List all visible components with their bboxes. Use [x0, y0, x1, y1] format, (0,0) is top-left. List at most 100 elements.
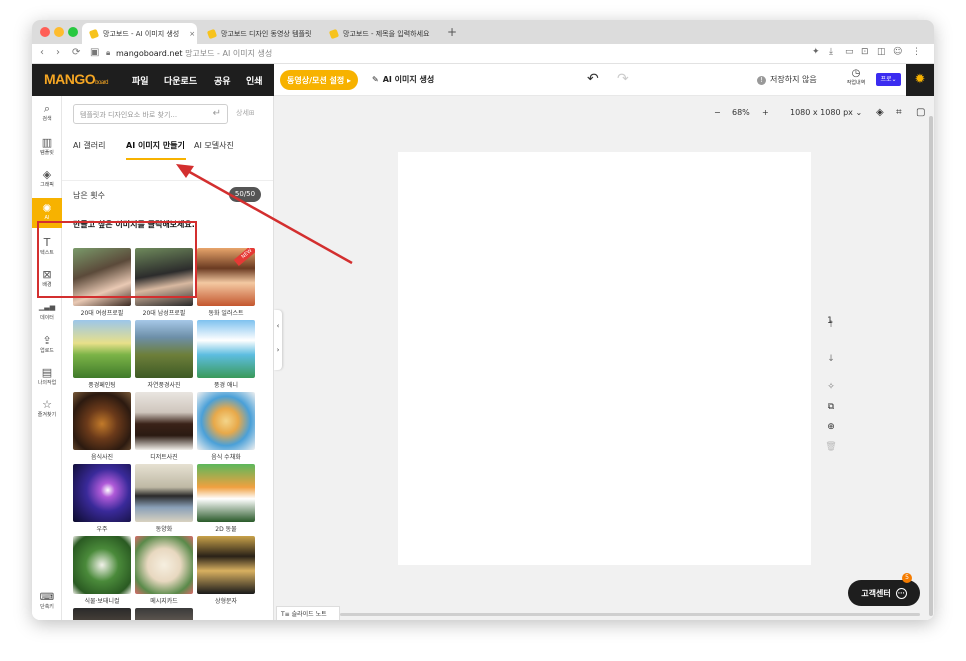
active-tab-underline — [126, 158, 186, 160]
page-view-icon[interactable]: ▢ — [916, 107, 925, 118]
menu-icon[interactable]: ⋮ — [912, 47, 921, 57]
thumb-landscape-anime[interactable] — [197, 320, 255, 378]
chevron-left-icon[interactable]: ‹ — [274, 322, 282, 330]
thumb-dessert-photo[interactable] — [135, 392, 193, 450]
download-icon[interactable]: ⤓ — [829, 47, 833, 57]
list-item-label: 메시지카드 — [150, 598, 178, 605]
browser-tab-3[interactable]: 망고보드 - 제목을 입력하세요 — [322, 23, 442, 44]
thumb-botanical[interactable] — [73, 536, 131, 594]
chevron-right-icon[interactable]: › — [274, 346, 282, 354]
tab-ai-gallery[interactable]: AI 갤러리 — [73, 140, 105, 151]
undo-icon[interactable]: ↶ — [587, 71, 599, 87]
history-button[interactable]: ◷ 작업내역 — [844, 68, 868, 86]
list-item-label: 자연풍경사진 — [147, 382, 181, 389]
rail-item-background[interactable]: ⊠ 배경 — [32, 268, 62, 288]
browser-tab-bar: 망고보드 - AI 이미지 생성 × 망고보드 디자인 동영상 템플릿 망고보드… — [32, 20, 934, 44]
document-title[interactable]: ✎ AI 이미지 생성 — [372, 74, 434, 85]
slide-notes-tab[interactable]: T≡ 슬라이드 노트 — [276, 606, 340, 620]
rail-item-upload[interactable]: ⇪ 업로드 — [32, 334, 62, 354]
pro-button[interactable]: 프로⌄ — [876, 73, 901, 86]
rail-item-graphic[interactable]: ◈ 그래픽 — [32, 168, 62, 188]
rail-item-my-work[interactable]: ▤ 나의작업 — [32, 366, 62, 386]
reload-icon[interactable]: ⟳ — [72, 47, 80, 58]
close-tab-icon[interactable]: × — [189, 30, 195, 38]
cast-icon[interactable]: ▭ — [845, 47, 854, 57]
layers-icon[interactable]: ◈ — [876, 107, 884, 118]
thumb-fairytale-illustration[interactable]: NEW — [197, 248, 255, 306]
zoom-in-button[interactable]: + — [762, 108, 769, 117]
menu-print[interactable]: 인쇄 — [246, 74, 263, 87]
thumb-female-profile[interactable] — [73, 248, 131, 306]
thumb-male-profile[interactable] — [135, 248, 193, 306]
magic-wand-icon[interactable]: ✧ — [824, 382, 838, 392]
rail-item-ai[interactable]: ✺ AI — [32, 198, 62, 228]
browser-tab-2[interactable]: 망고보드 디자인 동영상 템플릿 — [200, 23, 320, 44]
thumb-oriental-painting[interactable] — [135, 464, 193, 522]
tab-ai-image-create[interactable]: AI 이미지 만들기 — [126, 140, 185, 151]
page-down-icon[interactable]: ↓ — [824, 354, 838, 364]
customer-center-button[interactable]: 고객센터 ··· — [848, 580, 920, 606]
settings-gear-icon[interactable]: ✹ — [906, 64, 934, 96]
delete-page-icon[interactable]: 🗑︎ — [824, 442, 838, 452]
canvas-size-select[interactable]: 1080 x 1080 px ⌄ — [790, 108, 862, 117]
pencil-icon: ✎ — [372, 75, 379, 84]
thumb-food-photo[interactable] — [73, 392, 131, 450]
text-icon: T — [43, 236, 51, 249]
left-icon-rail: ⌕ 검색 ▥ 템플릿 ◈ 그래픽 ✺ AI T 텍스트 ⊠ 배경 ▁▃▅ 데이터… — [32, 96, 62, 620]
detail-search-button[interactable]: 상세⊞ — [236, 108, 255, 118]
new-tab-button[interactable]: + — [447, 25, 457, 39]
maximize-window-button[interactable] — [68, 27, 78, 37]
thumb-landscape-painting[interactable] — [73, 320, 131, 378]
url-field[interactable]: mangoboard.net 망고보드 - AI 이미지 생성 — [116, 48, 272, 59]
rail-item-template[interactable]: ▥ 템플릿 — [32, 136, 62, 156]
thumb-hieroglyph[interactable] — [197, 536, 255, 594]
menu-file[interactable]: 파일 — [132, 74, 149, 87]
redo-icon[interactable]: ↷ — [617, 71, 629, 87]
menu-download[interactable]: 다운로드 — [164, 74, 197, 87]
zoom-level[interactable]: 68% — [732, 108, 750, 117]
thumb-message-card[interactable] — [135, 536, 193, 594]
horizontal-scrollbar[interactable] — [340, 613, 920, 616]
rail-item-search[interactable]: ⌕ 검색 — [32, 102, 62, 122]
browser-tab-1[interactable]: 망고보드 - AI 이미지 생성 × — [82, 23, 197, 44]
motion-settings-button[interactable]: 동영상/모션 설정 ▸ — [280, 70, 358, 90]
reader-icon[interactable]: ▣ — [90, 47, 99, 58]
profile-icon[interactable]: ☺ — [893, 47, 902, 57]
zoom-out-button[interactable]: − — [714, 108, 721, 117]
back-icon[interactable]: ‹ — [40, 47, 44, 58]
thumb-nature-photo[interactable] — [135, 320, 193, 378]
thumb-dark-scene[interactable] — [73, 608, 131, 620]
screenshot-icon[interactable]: ⊡ — [861, 47, 869, 57]
close-window-button[interactable] — [40, 27, 50, 37]
rail-item-text[interactable]: T 텍스트 — [32, 236, 62, 256]
canvas-page[interactable] — [398, 152, 811, 565]
list-item-label: 20대 남성프로필 — [142, 310, 186, 317]
list-item-label: 풍경페인팅 — [88, 382, 116, 389]
thumb-portrait-dark[interactable] — [135, 608, 193, 620]
add-page-icon[interactable]: ⊕ — [824, 422, 838, 432]
list-item-label: 음식사진 — [90, 454, 114, 461]
mango-favicon-icon — [88, 28, 100, 39]
tab-ai-model-photo[interactable]: AI 모델사진 — [194, 140, 234, 151]
enter-icon[interactable]: ↵ — [213, 108, 221, 119]
duplicate-page-icon[interactable]: ⧉ — [824, 402, 838, 412]
sidebar-icon[interactable]: ◫ — [877, 47, 886, 57]
remaining-count-badge: 50/50 — [229, 187, 261, 202]
thumb-2d-animal[interactable] — [197, 464, 255, 522]
search-input[interactable]: 템플릿과 디자인요소 바로 찾기... ↵ — [73, 104, 228, 124]
thumb-space[interactable] — [73, 464, 131, 522]
extension-icon[interactable]: ✦ — [812, 47, 820, 57]
panel-collapse-handle[interactable]: ‹ › — [274, 310, 282, 370]
minimize-window-button[interactable] — [54, 27, 64, 37]
rail-item-data[interactable]: ▁▃▅ 데이터 — [32, 301, 62, 321]
fit-screen-icon[interactable]: ⌗ — [896, 107, 902, 118]
shortcut-button[interactable]: ⌨ 단축키 — [32, 592, 62, 610]
thumb-food-watercolor[interactable] — [197, 392, 255, 450]
menu-share[interactable]: 공유 — [214, 74, 231, 87]
remaining-count-label: 남은 횟수 — [73, 191, 105, 200]
ai-image-panel: 템플릿과 디자인요소 바로 찾기... ↵ 상세⊞ AI 갤러리 AI 이미지 … — [62, 96, 274, 620]
mangoboard-logo[interactable]: MANGOboard — [44, 71, 109, 87]
rail-item-favorites[interactable]: ☆ 즐겨찾기 — [32, 398, 62, 418]
forward-icon[interactable]: › — [56, 47, 60, 58]
vertical-scrollbar[interactable] — [929, 116, 933, 616]
